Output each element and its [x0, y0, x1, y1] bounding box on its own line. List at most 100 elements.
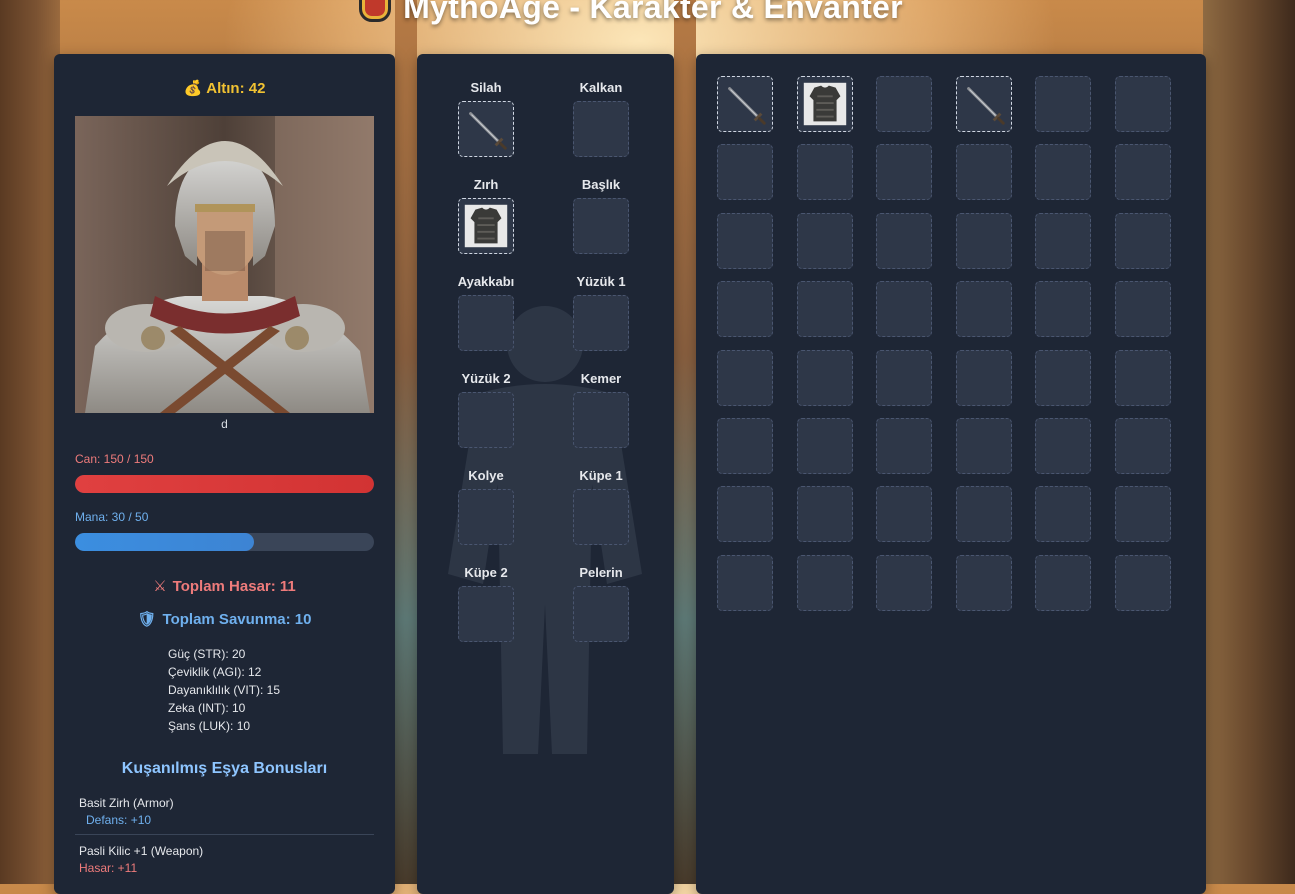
- inventory-slot[interactable]: [956, 555, 1012, 611]
- inventory-slot[interactable]: [797, 486, 853, 542]
- inventory-slot[interactable]: [876, 555, 932, 611]
- attribute-luk: Şans (LUK): 10: [168, 719, 251, 733]
- inventory-slot[interactable]: [797, 418, 853, 474]
- equip-slot-label: Zırh: [473, 177, 499, 192]
- equip-slot-label: Yüzük 1: [576, 274, 626, 289]
- inventory-slot[interactable]: [956, 418, 1012, 474]
- bonus-item: Basit Zirh (Armor) Defans: +10: [79, 796, 374, 827]
- equip-slot[interactable]: [458, 392, 514, 448]
- inventory-slot[interactable]: [717, 281, 773, 337]
- inventory-slot[interactable]: [1115, 418, 1171, 474]
- inventory-slot[interactable]: [1035, 281, 1091, 337]
- total-defense-label: Toplam Savunma: 10: [162, 611, 312, 628]
- inventory-slot[interactable]: [1035, 213, 1091, 269]
- inventory-slot[interactable]: [717, 76, 773, 132]
- inventory-slot[interactable]: [956, 144, 1012, 200]
- equip-slot[interactable]: [458, 198, 514, 254]
- attribute-list: Güç (STR): 20 Çeviklik (AGI): 12 Dayanık…: [168, 645, 280, 735]
- gold-display: 💰 Altın: 42: [54, 79, 395, 97]
- attribute-int: Zeka (INT): 10: [168, 701, 246, 715]
- equip-slot[interactable]: [458, 586, 514, 642]
- equip-slot-label: Küpe 2: [464, 565, 508, 580]
- inventory-slot[interactable]: [717, 486, 773, 542]
- shield-logo-icon: [359, 0, 392, 22]
- equip-slot[interactable]: [458, 101, 514, 157]
- inventory-slot[interactable]: [1115, 213, 1171, 269]
- equip-slot[interactable]: [458, 295, 514, 351]
- bonus-item-name: Pasli Kilic +1 (Weapon): [79, 844, 204, 858]
- inventory-slot[interactable]: [1115, 486, 1171, 542]
- inventory-slot[interactable]: [1115, 76, 1171, 132]
- equip-slot-label: Ayakkabı: [457, 274, 515, 289]
- inventory-slot[interactable]: [1035, 350, 1091, 406]
- inventory-slot[interactable]: [1115, 555, 1171, 611]
- gold-label: Altın: 42: [206, 80, 266, 97]
- bonus-item: Pasli Kilic +1 (Weapon) Hasar: +11: [79, 844, 374, 875]
- equip-slot-label: Başlık: [581, 177, 621, 192]
- inventory-slot[interactable]: [1035, 555, 1091, 611]
- equip-slot-label: Küpe 1: [579, 468, 623, 483]
- inventory-slot[interactable]: [956, 281, 1012, 337]
- bonus-item-effect: Hasar: +11: [79, 861, 138, 875]
- mana-bar: [75, 533, 374, 551]
- inventory-slot[interactable]: [797, 76, 853, 132]
- equip-slot[interactable]: [573, 586, 629, 642]
- inventory-slot[interactable]: [876, 281, 932, 337]
- inventory-slot[interactable]: [876, 350, 932, 406]
- hp-bar-fill: [75, 475, 374, 493]
- attribute-agi: Çeviklik (AGI): 12: [168, 665, 262, 679]
- inventory-slot[interactable]: [956, 213, 1012, 269]
- armor-icon: [464, 204, 508, 248]
- equip-slot[interactable]: [573, 101, 629, 157]
- equipment-panel: Silah Kalkan Zırh Başlık Ayakkabı Yüzük 1 Yüzü…: [417, 54, 674, 894]
- shield-icon: 🛡: [137, 611, 157, 628]
- equip-slot[interactable]: [573, 489, 629, 545]
- gladiator-portrait-art: [75, 116, 374, 413]
- bonus-divider: [75, 834, 374, 835]
- equip-slot-label: Kolye: [468, 468, 504, 483]
- inventory-slot[interactable]: [717, 418, 773, 474]
- inventory-slot[interactable]: [876, 76, 932, 132]
- inventory-slot[interactable]: [717, 213, 773, 269]
- hp-label: Can: 150 / 150: [75, 452, 154, 466]
- sword-icon: [967, 87, 1005, 125]
- equip-slot[interactable]: [573, 392, 629, 448]
- inventory-slot[interactable]: [1035, 144, 1091, 200]
- sword-icon: [728, 87, 766, 125]
- inventory-slot[interactable]: [876, 213, 932, 269]
- bonus-item-effect: Defans: +10: [86, 813, 152, 827]
- inventory-slot[interactable]: [717, 350, 773, 406]
- inventory-slot[interactable]: [717, 555, 773, 611]
- inventory-slot[interactable]: [797, 555, 853, 611]
- inventory-slot[interactable]: [876, 144, 932, 200]
- inventory-slot[interactable]: [1035, 418, 1091, 474]
- body-silhouette-icon: [448, 306, 642, 754]
- equip-slot[interactable]: [573, 198, 629, 254]
- inventory-slot[interactable]: [797, 144, 853, 200]
- inventory-slot[interactable]: [1115, 281, 1171, 337]
- inventory-slot[interactable]: [956, 76, 1012, 132]
- hp-bar: [75, 475, 374, 493]
- page-title: MythoAge - Karakter & Envanter: [0, 0, 1262, 26]
- background-ruins-left: [0, 0, 60, 884]
- background-ruins-right: [1203, 0, 1295, 884]
- bonus-section-title: Kuşanılmış Eşya Bonusları: [121, 760, 328, 777]
- inventory-slot[interactable]: [797, 281, 853, 337]
- inventory-slot[interactable]: [1115, 350, 1171, 406]
- inventory-slot[interactable]: [1115, 144, 1171, 200]
- inventory-slot[interactable]: [956, 350, 1012, 406]
- inventory-slot[interactable]: [1035, 486, 1091, 542]
- inventory-slot[interactable]: [876, 486, 932, 542]
- inventory-slot[interactable]: [717, 144, 773, 200]
- equip-slot-label: Pelerin: [579, 565, 623, 580]
- inventory-slot[interactable]: [876, 418, 932, 474]
- inventory-slot[interactable]: [956, 486, 1012, 542]
- inventory-slot[interactable]: [1035, 76, 1091, 132]
- inventory-panel: [696, 54, 1206, 894]
- equip-slot[interactable]: [458, 489, 514, 545]
- equip-slot[interactable]: [573, 295, 629, 351]
- inventory-slot[interactable]: [797, 350, 853, 406]
- background-ruins-center-right: [674, 0, 696, 884]
- inventory-slot[interactable]: [797, 213, 853, 269]
- armor-icon: [803, 82, 847, 126]
